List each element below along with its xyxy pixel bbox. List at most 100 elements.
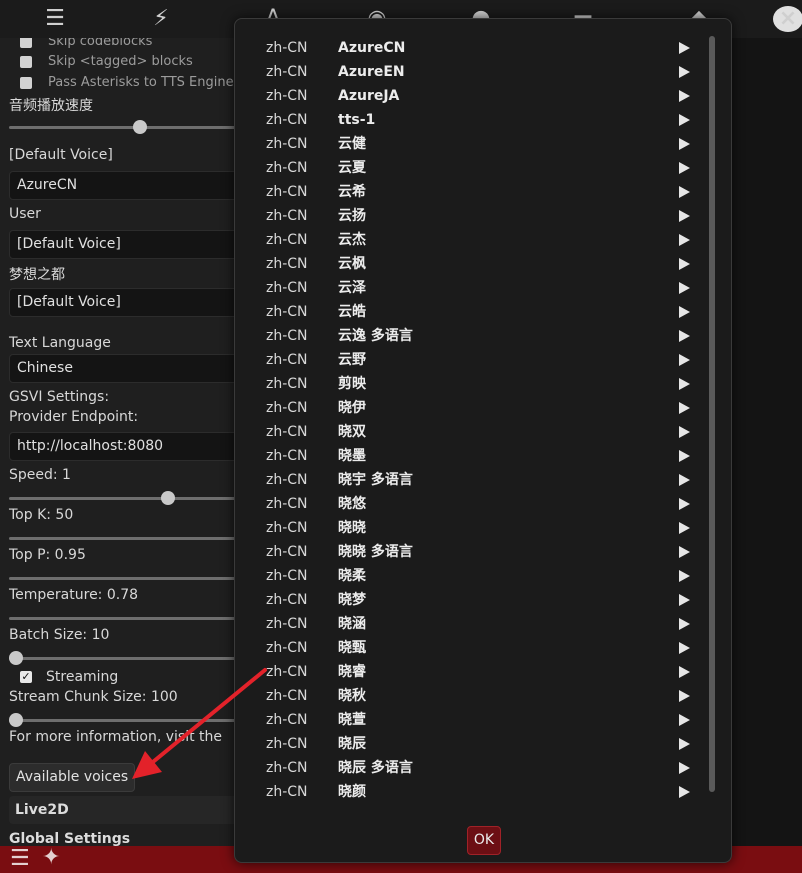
play-icon[interactable] bbox=[679, 738, 690, 750]
voice-row[interactable]: zh-CN 晓辰 多语言 bbox=[235, 756, 710, 780]
checkbox[interactable] bbox=[20, 38, 32, 48]
default-voice-select[interactable]: AzureCN bbox=[9, 171, 240, 200]
voice-row[interactable]: zh-CN 晓萱 bbox=[235, 708, 710, 732]
voice-row[interactable]: zh-CN 晓秋 bbox=[235, 684, 710, 708]
voice-row[interactable]: zh-CN 晓双 bbox=[235, 420, 710, 444]
temperature-slider[interactable] bbox=[9, 617, 240, 620]
voice-row[interactable]: zh-CN 晓墨 bbox=[235, 444, 710, 468]
slider-handle[interactable] bbox=[9, 651, 23, 665]
checkbox[interactable] bbox=[20, 76, 32, 89]
voice-row[interactable]: zh-CN 晓辰 bbox=[235, 732, 710, 756]
voice-row[interactable]: zh-CN 晓晓 多语言 bbox=[235, 540, 710, 564]
top-p-slider[interactable] bbox=[9, 577, 240, 580]
voice-row[interactable]: zh-CN 云健 bbox=[235, 132, 710, 156]
play-icon[interactable] bbox=[679, 186, 690, 198]
close-icon[interactable]: × bbox=[773, 6, 802, 32]
voice-row[interactable]: zh-CN 晓梦 bbox=[235, 588, 710, 612]
play-icon[interactable] bbox=[679, 306, 690, 318]
checkbox-checked[interactable]: ✓ bbox=[20, 671, 32, 683]
play-icon[interactable] bbox=[679, 594, 690, 606]
voice-row[interactable]: zh-CN 云夏 bbox=[235, 156, 710, 180]
available-voices-button[interactable]: Available voices bbox=[9, 763, 136, 792]
play-icon[interactable] bbox=[679, 474, 690, 486]
slider-handle[interactable] bbox=[161, 491, 175, 505]
slider-handle[interactable] bbox=[9, 713, 23, 727]
play-icon[interactable] bbox=[679, 402, 690, 414]
voice-row[interactable]: zh-CN 晓悠 bbox=[235, 492, 710, 516]
menu-icon[interactable]: ☰ bbox=[10, 848, 30, 870]
play-icon[interactable] bbox=[679, 666, 690, 678]
play-icon[interactable] bbox=[679, 498, 690, 510]
slider-handle[interactable] bbox=[133, 120, 147, 134]
voice-row[interactable]: zh-CN 晓睿 bbox=[235, 660, 710, 684]
voice-list-scrollbar[interactable] bbox=[709, 36, 715, 792]
play-icon[interactable] bbox=[679, 66, 690, 78]
play-icon[interactable] bbox=[679, 714, 690, 726]
voice-row[interactable]: zh-CN 晓伊 bbox=[235, 396, 710, 420]
play-icon[interactable] bbox=[679, 162, 690, 174]
voice-row[interactable]: zh-CN AzureJA bbox=[235, 84, 710, 108]
play-icon[interactable] bbox=[679, 762, 690, 774]
play-icon[interactable] bbox=[679, 258, 690, 270]
play-icon[interactable] bbox=[679, 378, 690, 390]
play-icon[interactable] bbox=[679, 546, 690, 558]
voice-row[interactable]: zh-CN 云枫 bbox=[235, 252, 710, 276]
voice-row[interactable]: zh-CN 晓柔 bbox=[235, 564, 710, 588]
voice-row[interactable]: zh-CN 云泽 bbox=[235, 276, 710, 300]
provider-endpoint-input[interactable]: http://localhost:8080 bbox=[9, 432, 240, 461]
play-icon[interactable] bbox=[679, 786, 690, 798]
play-icon[interactable] bbox=[679, 570, 690, 582]
scrollbar-thumb[interactable] bbox=[709, 36, 715, 792]
voice-row[interactable]: zh-CN 云野 bbox=[235, 348, 710, 372]
magic-wand-icon[interactable]: ✦ bbox=[42, 846, 60, 870]
play-icon[interactable] bbox=[679, 114, 690, 126]
play-icon[interactable] bbox=[679, 234, 690, 246]
user-voice-select[interactable]: [Default Voice] bbox=[9, 230, 240, 259]
ok-button[interactable]: OK bbox=[467, 826, 501, 855]
voice-row[interactable]: zh-CN 剪映 bbox=[235, 372, 710, 396]
speed-slider[interactable] bbox=[9, 491, 240, 505]
voice-row[interactable]: zh-CN 晓宇 多语言 bbox=[235, 468, 710, 492]
voice-row[interactable]: zh-CN 晓颜 bbox=[235, 780, 710, 804]
pass-asterisks-row[interactable]: Pass Asterisks to TTS Engine bbox=[20, 73, 234, 93]
voice-row[interactable]: zh-CN 云扬 bbox=[235, 204, 710, 228]
play-icon[interactable] bbox=[679, 690, 690, 702]
voice-row[interactable]: zh-CN 云希 bbox=[235, 180, 710, 204]
voice-list[interactable]: zh-CN AzureCN zh-CN AzureEN zh-CN AzureJA zh-C… bbox=[235, 36, 710, 818]
voice-row[interactable]: zh-CN tts-1 bbox=[235, 108, 710, 132]
play-icon[interactable] bbox=[679, 426, 690, 438]
play-icon[interactable] bbox=[679, 42, 690, 54]
play-icon[interactable] bbox=[679, 450, 690, 462]
play-icon[interactable] bbox=[679, 90, 690, 102]
skip-codeblocks-row[interactable]: Skip codeblocks bbox=[20, 38, 152, 52]
checkbox[interactable] bbox=[20, 55, 32, 68]
play-icon[interactable] bbox=[679, 618, 690, 630]
sliders-icon[interactable]: ☰ bbox=[40, 6, 70, 32]
voice-row[interactable]: zh-CN 晓涵 bbox=[235, 612, 710, 636]
voice-row[interactable]: zh-CN 晓甄 bbox=[235, 636, 710, 660]
voice-row[interactable]: zh-CN 晓晓 bbox=[235, 516, 710, 540]
play-icon[interactable] bbox=[679, 282, 690, 294]
play-icon[interactable] bbox=[679, 354, 690, 366]
playback-speed-slider[interactable] bbox=[9, 120, 240, 134]
play-icon[interactable] bbox=[679, 642, 690, 654]
voice-row[interactable]: zh-CN 云皓 bbox=[235, 300, 710, 324]
play-icon[interactable] bbox=[679, 210, 690, 222]
batch-size-slider[interactable] bbox=[9, 651, 240, 665]
play-icon[interactable] bbox=[679, 330, 690, 342]
voice-row[interactable]: zh-CN 云逸 多语言 bbox=[235, 324, 710, 348]
stream-chunk-slider[interactable] bbox=[9, 713, 240, 727]
plug-alert-icon[interactable]: ⚡ bbox=[146, 6, 176, 32]
character-voice-select[interactable]: [Default Voice] bbox=[9, 288, 240, 317]
voice-row[interactable]: zh-CN AzureEN bbox=[235, 60, 710, 84]
top-k-slider[interactable] bbox=[9, 537, 240, 540]
streaming-row[interactable]: ✓ Streaming bbox=[20, 667, 118, 687]
play-icon[interactable] bbox=[679, 522, 690, 534]
text-language-select[interactable]: Chinese bbox=[9, 354, 240, 383]
voice-row[interactable]: zh-CN 云杰 bbox=[235, 228, 710, 252]
voice-row[interactable]: zh-CN AzureCN bbox=[235, 36, 710, 60]
play-icon[interactable] bbox=[679, 138, 690, 150]
global-settings-header[interactable]: Global Settings bbox=[9, 831, 130, 846]
skip-tagged-row[interactable]: Skip <tagged> blocks bbox=[20, 52, 193, 72]
live2d-section-header[interactable]: Live2D bbox=[9, 796, 240, 824]
